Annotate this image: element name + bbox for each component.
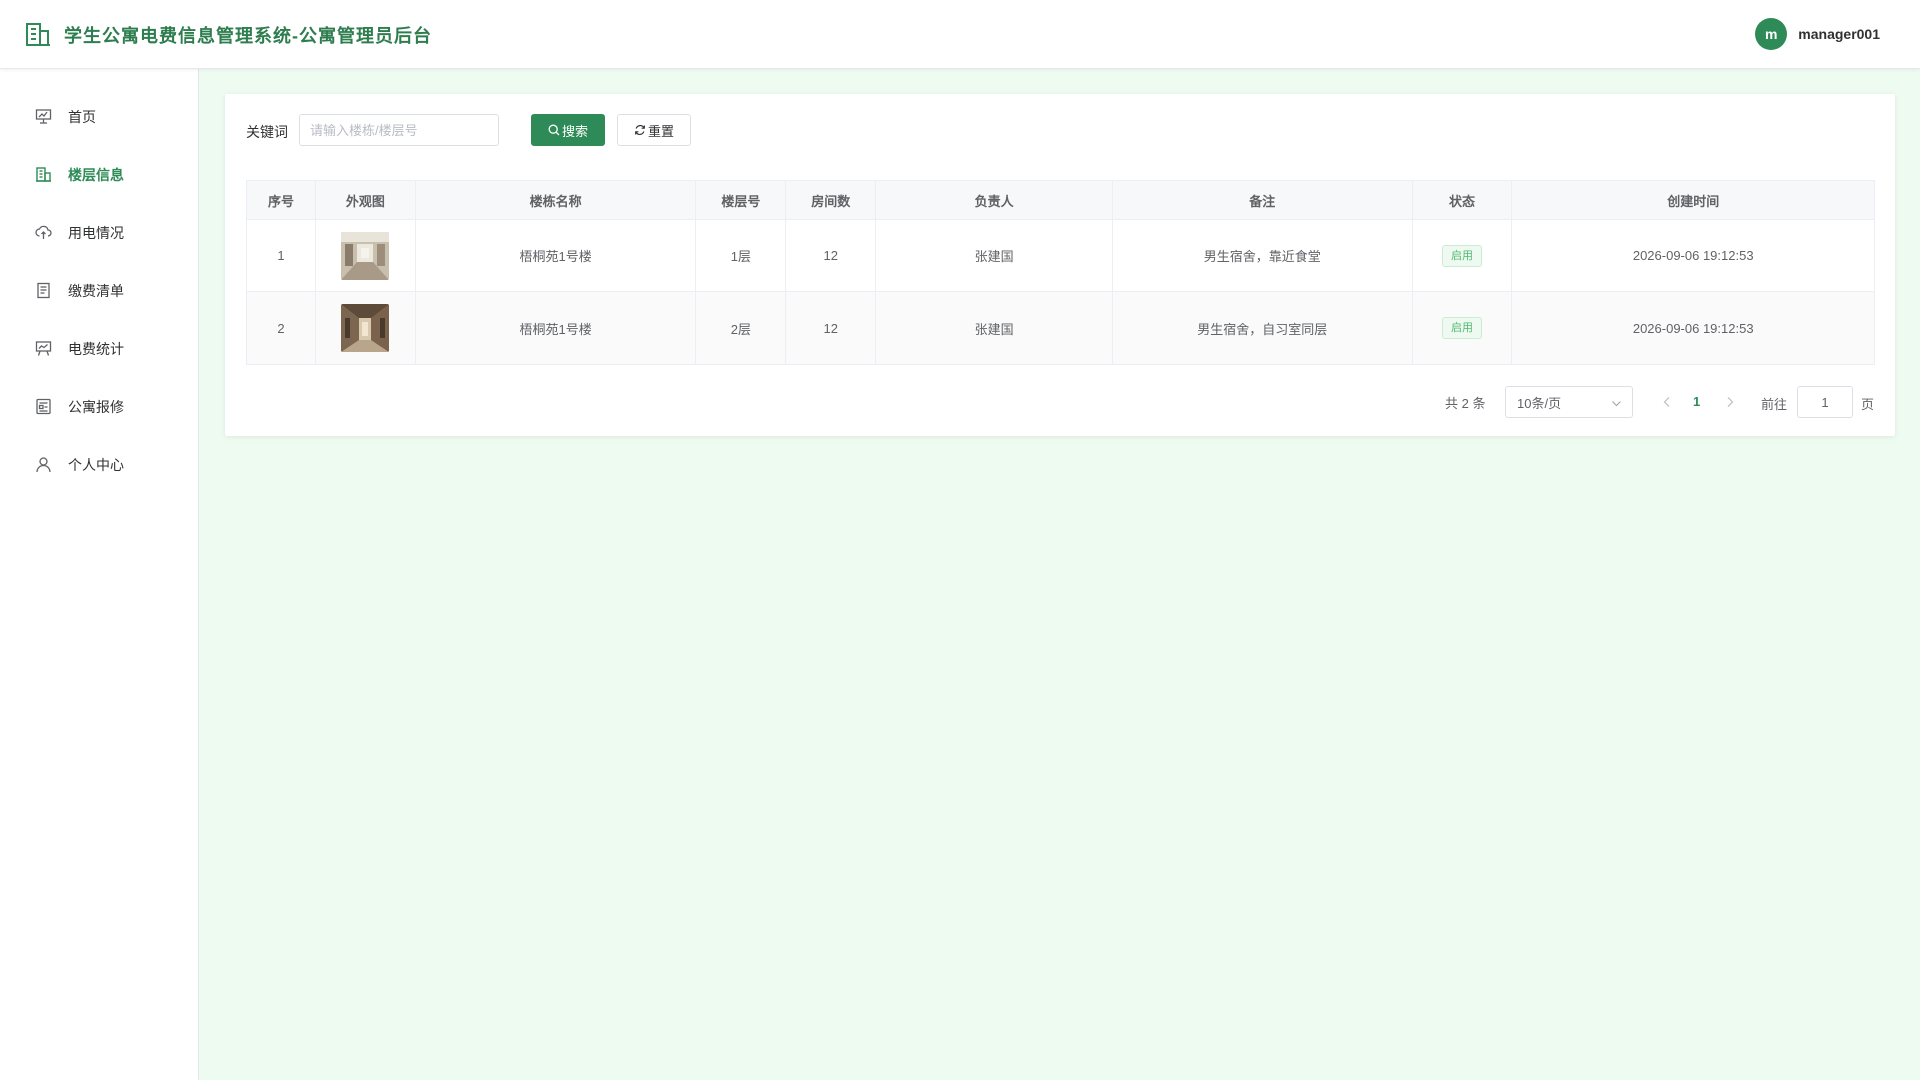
cell-image [316,292,416,364]
page-size-value: 10条/页 [1517,395,1562,411]
status-badge: 启用 [1442,244,1482,267]
cell-floor: 1层 [696,220,787,291]
keyword-search-input[interactable] [299,114,499,146]
sidebar-item-label: 个人中心 [68,457,124,473]
cell-building: 梧桐苑1号楼 [416,220,697,291]
cloud-upload-icon [35,225,52,239]
search-button[interactable]: 搜索 [531,114,605,146]
chevron-down-icon [1612,401,1621,407]
cell-remark: 男生宿舍，自习室同层 [1113,292,1413,364]
table-row[interactable]: 2 梧桐苑1号楼 2层 12 张建国 男生宿舍，自习室同层 启用 2026-09… [247,292,1874,364]
column-header-rooms[interactable]: 房间数 [786,181,877,219]
page-size-select[interactable]: 10条/页 [1505,386,1633,418]
username[interactable]: manager001 [1798,26,1880,42]
sidebar-item-label: 公寓报修 [68,399,124,415]
user-icon [36,457,51,473]
search-button-label: 搜索 [561,123,588,139]
cell-status: 启用 [1413,220,1513,291]
presentation-icon [35,109,52,124]
cell-rooms: 12 [786,292,877,364]
goto-label: 前往 [1761,397,1788,412]
table-header-row: 序号 外观图 楼栋名称 楼层号 房间数 负责人 备注 状态 创建时间 [247,181,1874,220]
reset-button-label: 重置 [647,123,674,139]
stats-board-icon [35,341,52,356]
cell-floor: 2层 [696,292,787,364]
chevron-right-icon[interactable] [1724,396,1736,408]
chevron-left-icon[interactable] [1661,396,1673,408]
keyword-label: 关键词 [246,124,288,140]
cell-building: 梧桐苑1号楼 [416,292,697,364]
sidebar-item-label: 缴费清单 [68,283,124,299]
column-header-floor[interactable]: 楼层号 [696,181,787,219]
sidebar-item-label: 用电情况 [68,225,124,241]
sidebar-item-home[interactable]: 首页 [0,96,198,136]
goto-page-input[interactable] [1797,386,1853,418]
floor-info-card: 关键词 搜索 重置 序号 外观图 楼栋名称 楼层号 房间数 负责人 备注 状态 … [225,94,1895,436]
cell-manager: 张建国 [876,220,1113,291]
sidebar-item-profile[interactable]: 个人中心 [0,444,198,484]
goto-unit-label: 页 [1861,397,1875,412]
system-title: 学生公寓电费信息管理系统-公寓管理员后台 [64,26,432,46]
column-header-image[interactable]: 外观图 [316,181,416,219]
sidebar: 首页 楼层信息 用电情况 缴费清单 电费统计 公寓报修 个人中心 [0,69,199,1080]
pagination-total: 共 2 条 [1445,395,1486,411]
cell-rooms: 12 [786,220,877,291]
floor-table: 序号 外观图 楼栋名称 楼层号 房间数 负责人 备注 状态 创建时间 1 梧桐苑… [246,180,1875,365]
status-badge: 启用 [1442,317,1482,339]
cell-manager: 张建国 [876,292,1113,364]
column-header-status[interactable]: 状态 [1413,181,1513,219]
sidebar-item-label: 首页 [68,109,96,125]
cell-remark: 男生宿舍，靠近食堂 [1113,220,1413,291]
cell-status: 启用 [1413,292,1513,364]
column-header-created[interactable]: 创建时间 [1512,181,1874,219]
sidebar-item-floor-info[interactable]: 楼层信息 [0,154,198,194]
reset-button[interactable]: 重置 [617,114,691,146]
page-number-current[interactable]: 1 [1693,394,1700,409]
avatar[interactable]: m [1755,18,1788,50]
column-header-index[interactable]: 序号 [247,181,316,219]
sidebar-item-label: 楼层信息 [68,167,124,183]
cell-image [316,220,416,291]
cell-index: 2 [247,292,316,364]
refresh-icon [635,124,645,136]
building-photo-thumbnail[interactable] [341,231,390,280]
cell-created: 2026-09-06 19:12:53 [1632,248,1754,263]
repair-form-icon [36,398,51,415]
cell-index: 1 [247,220,316,291]
user-menu[interactable]: m manager001 [1755,18,1880,50]
column-header-manager[interactable]: 负责人 [876,181,1113,219]
sidebar-item-label: 电费统计 [68,341,124,357]
building-photo-thumbnail[interactable] [341,304,390,352]
sidebar-item-payment-list[interactable]: 缴费清单 [0,270,198,310]
column-header-building[interactable]: 楼栋名称 [416,181,697,219]
sidebar-item-apartment-repair[interactable]: 公寓报修 [0,386,198,426]
main-content: 关键词 搜索 重置 序号 外观图 楼栋名称 楼层号 房间数 负责人 备注 状态 … [199,69,1920,1080]
sidebar-item-electricity-usage[interactable]: 用电情况 [0,212,198,252]
search-icon [548,124,560,136]
table-row[interactable]: 1 梧桐苑1号楼 1层 12 张建国 男生宿舍，靠近食堂 启用 2026-09-… [247,220,1874,292]
cell-created: 2026-09-06 19:12:53 [1632,320,1754,336]
top-header: 学生公寓电费信息管理系统-公寓管理员后台 m manager001 [0,0,1920,69]
building-icon [36,167,51,182]
sidebar-item-fee-stats[interactable]: 电费统计 [0,328,198,368]
document-icon [37,282,50,299]
building-logo-icon [26,23,50,46]
column-header-remark[interactable]: 备注 [1113,181,1413,219]
